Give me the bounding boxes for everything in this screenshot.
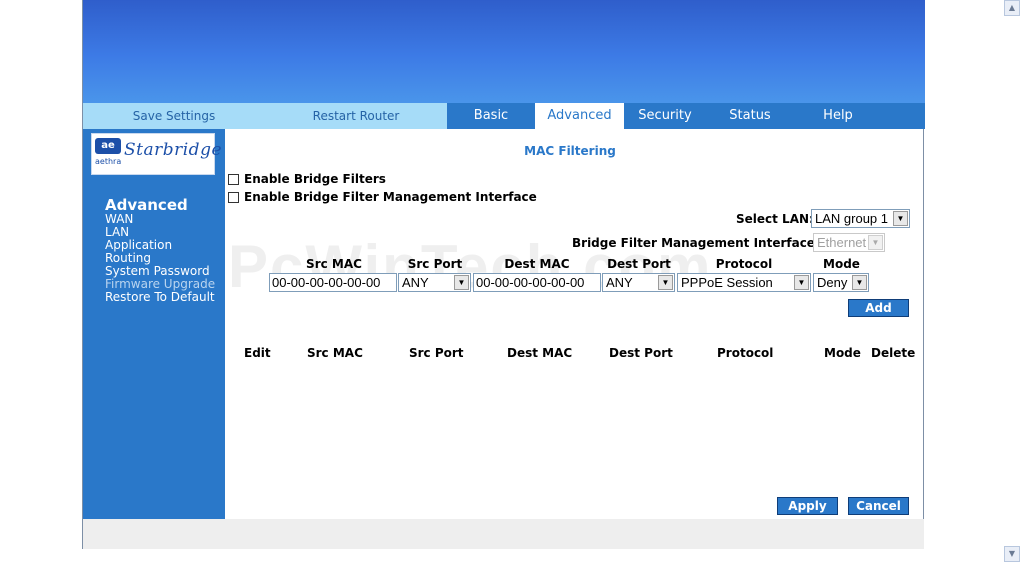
enable-bridge-mgmt-label: Enable Bridge Filter Management Interfac… xyxy=(244,190,537,204)
dest-mac-input[interactable]: 00-00-00-00-00-00 xyxy=(473,273,601,292)
brand-small: aethra xyxy=(95,157,122,166)
page-title: MAC Filtering xyxy=(524,144,616,158)
form-header-dest-mac: Dest MAC xyxy=(504,257,570,271)
form-header-dest-port: Dest Port xyxy=(607,257,671,271)
apply-button[interactable]: Apply xyxy=(777,497,838,515)
sidebar xyxy=(83,129,225,519)
mode-dropdown[interactable]: Deny ▼ xyxy=(813,273,869,292)
form-header-src-port: Src Port xyxy=(407,257,463,271)
bridge-mgmt-value: Ethernet xyxy=(817,235,867,250)
select-lan-value: LAN group 1 xyxy=(815,211,888,226)
src-port-value: ANY xyxy=(402,275,429,290)
add-button[interactable]: Add xyxy=(848,299,909,317)
form-header-mode: Mode xyxy=(823,257,860,271)
chevron-down-icon: ▼ xyxy=(454,275,469,290)
table-header-edit: Edit xyxy=(244,346,271,360)
header-banner xyxy=(83,0,925,103)
dest-port-value: ANY xyxy=(606,275,633,290)
select-lan-label: Select LAN: xyxy=(736,212,814,226)
scroll-up-icon[interactable]: ▲ xyxy=(1004,0,1020,16)
table-header-dest-port: Dest Port xyxy=(609,346,673,360)
footer-bar xyxy=(83,519,924,549)
chevron-down-icon: ▼ xyxy=(868,235,883,250)
table-header-src-mac: Src MAC xyxy=(307,346,363,360)
select-lan-dropdown[interactable]: LAN group 1 ▼ xyxy=(811,209,910,228)
tab-status[interactable]: Status xyxy=(706,103,794,129)
tab-basic[interactable]: Basic xyxy=(447,103,535,129)
table-header-mode: Mode xyxy=(824,346,861,360)
tab-security[interactable]: Security xyxy=(624,103,706,129)
bridge-mgmt-label: Bridge Filter Management Interface: xyxy=(572,236,820,250)
chevron-down-icon: ▼ xyxy=(794,275,809,290)
form-header-protocol: Protocol xyxy=(715,257,773,271)
src-port-dropdown[interactable]: ANY ▼ xyxy=(398,273,471,292)
cancel-button[interactable]: Cancel xyxy=(848,497,909,515)
brand-script: Starbridge xyxy=(124,140,223,160)
tab-advanced[interactable]: Advanced xyxy=(535,103,624,129)
restart-router-link[interactable]: Restart Router xyxy=(265,103,447,129)
tab-help[interactable]: Help xyxy=(794,103,882,129)
form-header-src-mac: Src MAC xyxy=(306,257,362,271)
chevron-down-icon: ▼ xyxy=(893,211,908,226)
protocol-dropdown[interactable]: PPPoE Session ▼ xyxy=(677,273,811,292)
table-header-delete: Delete xyxy=(871,346,916,360)
table-header-protocol: Protocol xyxy=(717,346,774,360)
table-header-dest-mac: Dest MAC xyxy=(507,346,573,360)
dest-port-dropdown[interactable]: ANY ▼ xyxy=(602,273,675,292)
brand-logo: ae aethra Starbridge xyxy=(91,133,222,175)
protocol-value: PPPoE Session xyxy=(681,275,773,290)
table-header-src-port: Src Port xyxy=(409,346,464,360)
src-mac-input[interactable]: 00-00-00-00-00-00 xyxy=(269,273,397,292)
enable-bridge-filters-checkbox[interactable] xyxy=(228,174,239,185)
mode-value: Deny xyxy=(817,275,848,290)
enable-bridge-filters-label: Enable Bridge Filters xyxy=(244,172,386,186)
chevron-down-icon: ▼ xyxy=(852,275,867,290)
aethra-mark-icon: ae xyxy=(95,138,121,154)
scroll-down-icon[interactable]: ▼ xyxy=(1004,546,1020,562)
sidebar-item-restore-default[interactable]: Restore To Default xyxy=(105,291,215,304)
enable-bridge-mgmt-checkbox[interactable] xyxy=(228,192,239,203)
bridge-mgmt-dropdown: Ethernet ▼ xyxy=(813,233,885,252)
save-settings-link[interactable]: Save Settings xyxy=(83,103,265,129)
chevron-down-icon: ▼ xyxy=(658,275,673,290)
